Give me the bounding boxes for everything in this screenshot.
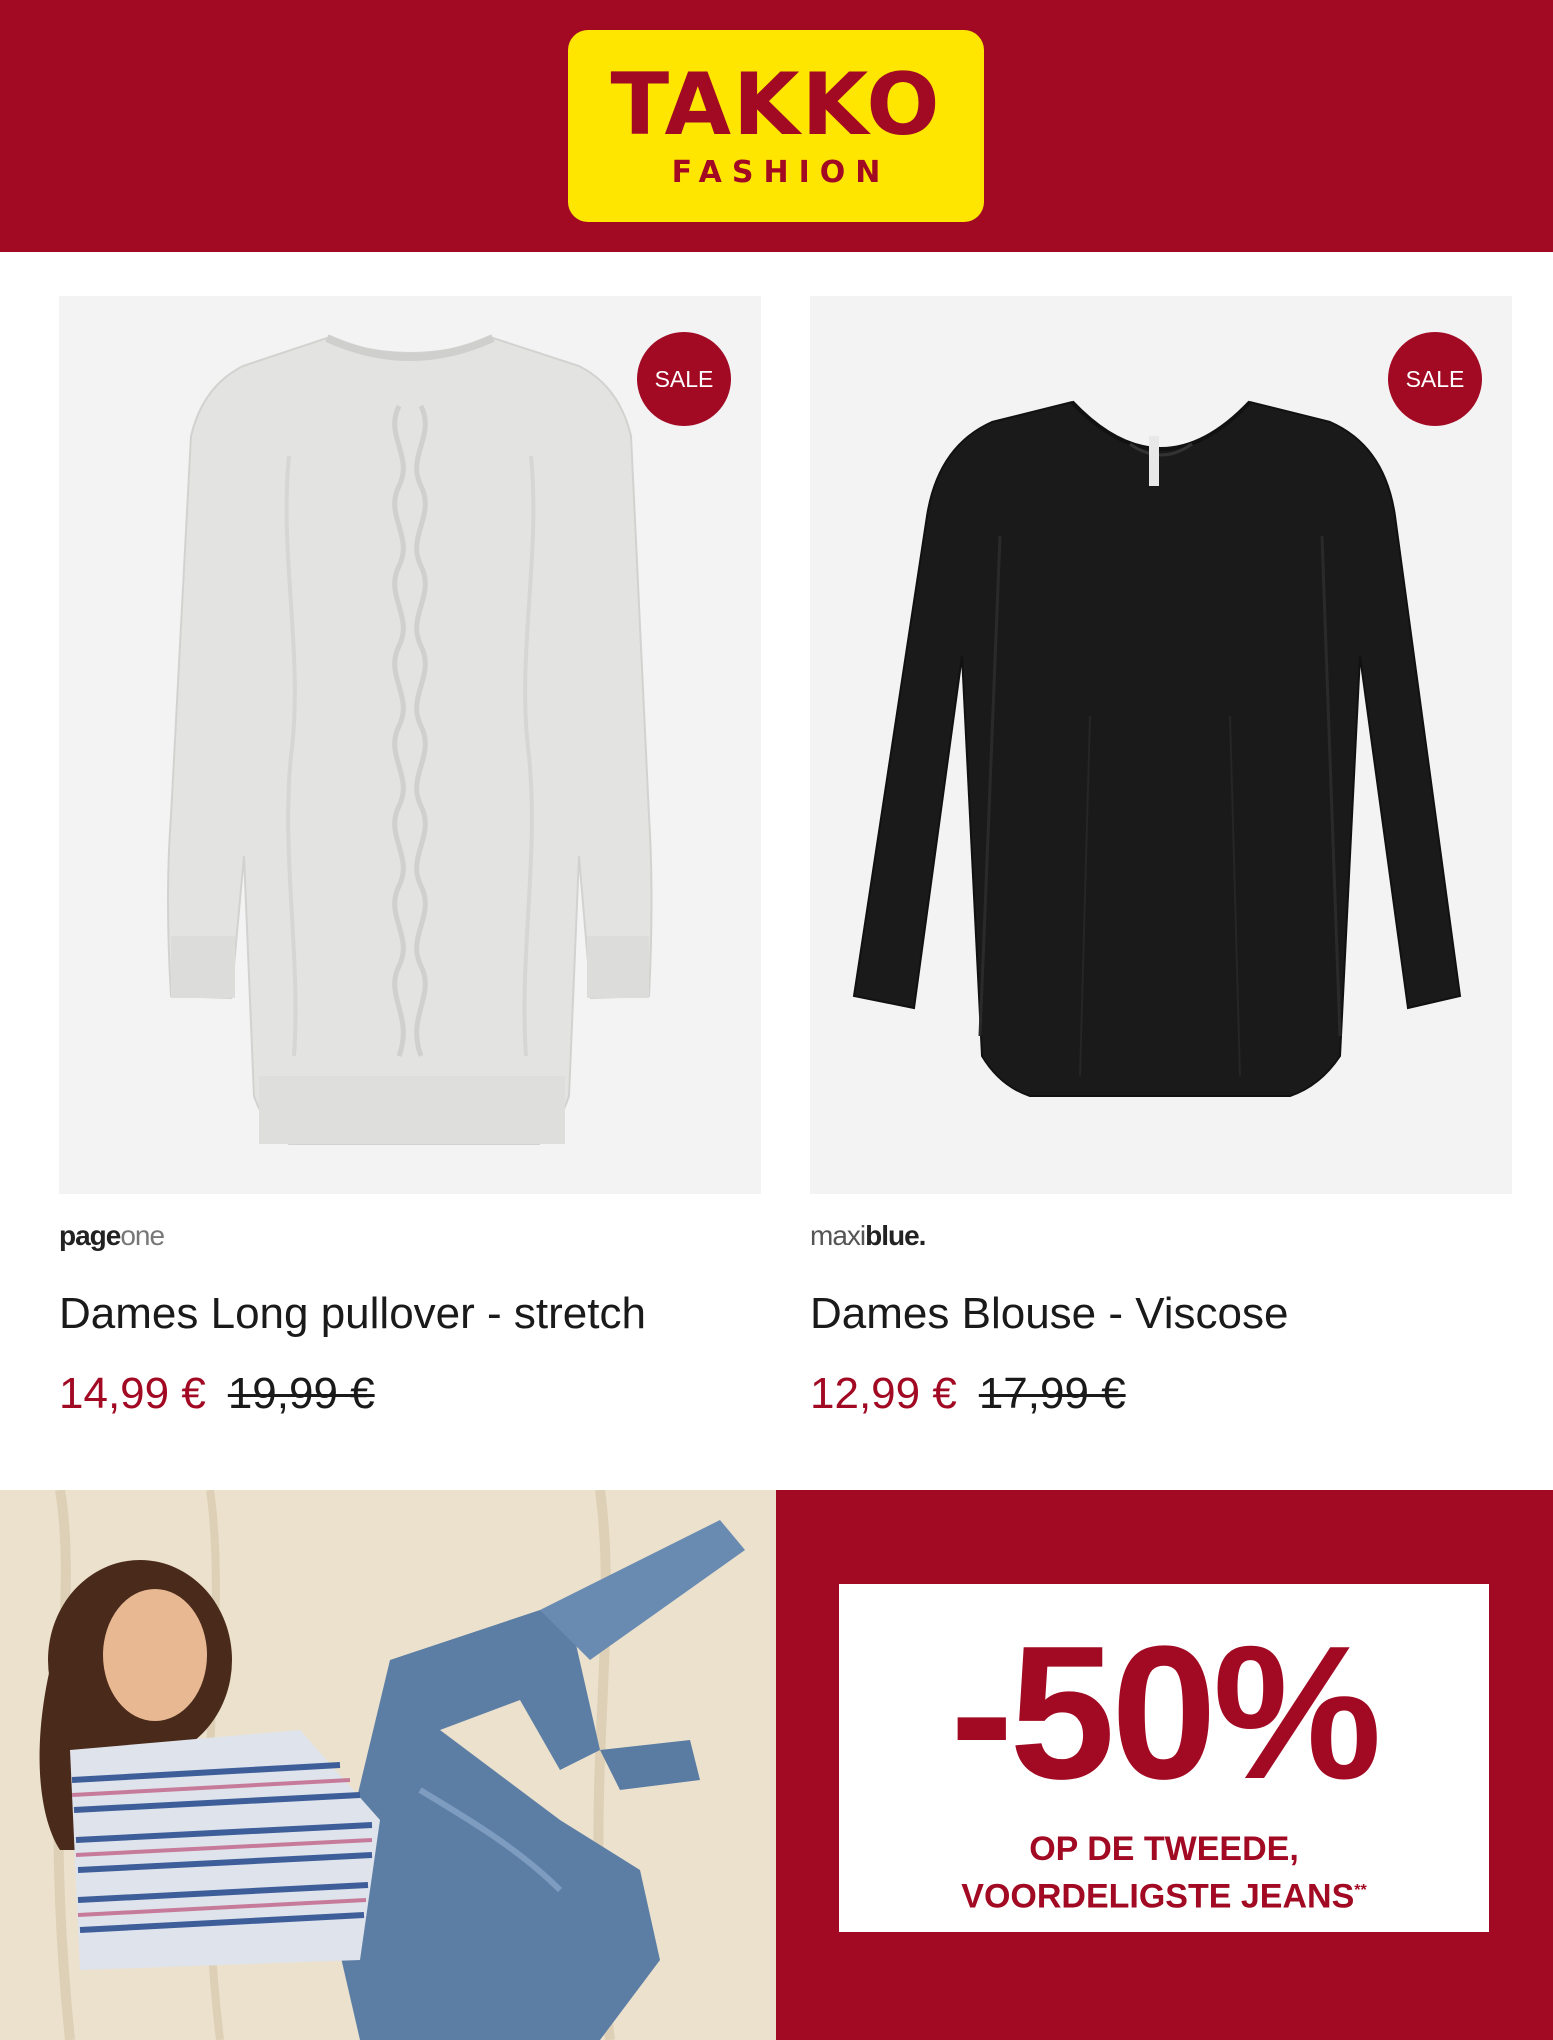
price-row: 12,99 € 17,99 €: [810, 1366, 1512, 1422]
sale-price: 14,99 €: [59, 1369, 206, 1418]
product-image-blouse[interactable]: SALE: [810, 296, 1512, 1194]
product-title[interactable]: Dames Blouse - Viscose: [810, 1286, 1512, 1342]
price-row: 14,99 € 19,99 €: [59, 1366, 761, 1422]
brand-name-part1: page: [59, 1220, 121, 1251]
footnote-mark: **: [1354, 1882, 1367, 1899]
brand-name-part1: maxi: [810, 1220, 866, 1251]
sale-price: 12,99 €: [810, 1369, 957, 1418]
discount-percent: -50%: [950, 1607, 1382, 1819]
logo-wordmark: TAKKO: [610, 55, 942, 155]
promo-line-1: OP DE TWEEDE,: [1029, 1830, 1299, 1868]
promo-description: OP DE TWEEDE, VOORDELIGSTE JEANS**: [839, 1828, 1489, 1917]
brand-name-part2: blue.: [865, 1220, 926, 1251]
product-image-pullover[interactable]: SALE: [59, 296, 761, 1194]
black-blouse-image: [810, 296, 1512, 1194]
logo-subtitle: FASHION: [671, 155, 891, 190]
sale-badge: SALE: [1388, 332, 1482, 426]
product-title[interactable]: Dames Long pullover - stretch: [59, 1286, 761, 1342]
promo-banner[interactable]: -50% OP DE TWEEDE, VOORDELIGSTE JEANS**: [0, 1490, 1553, 2040]
product-card-pullover[interactable]: SALE pageone Dames Long pullover - stret…: [59, 296, 761, 1422]
header-bar: TAKKO FASHION: [0, 0, 1553, 252]
grey-pullover-image: [59, 296, 761, 1194]
promo-photo[interactable]: [0, 1490, 776, 2040]
brand-name-part2: one: [120, 1220, 165, 1251]
brand-logo-pageone: pageone: [59, 1214, 761, 1258]
promo-offer-box[interactable]: -50% OP DE TWEEDE, VOORDELIGSTE JEANS**: [839, 1584, 1489, 1932]
brand-logo-maxiblue: maxiblue.: [810, 1214, 1512, 1258]
original-price: 19,99 €: [227, 1369, 375, 1418]
promo-offer-panel: -50% OP DE TWEEDE, VOORDELIGSTE JEANS**: [776, 1490, 1553, 2040]
product-card-blouse[interactable]: SALE maxiblue. Dames Blouse - Viscose 12…: [810, 296, 1512, 1422]
sale-badge: SALE: [637, 332, 731, 426]
woman-jeans-photo: [0, 1490, 776, 2040]
promo-line-2: VOORDELIGSTE JEANS: [961, 1877, 1355, 1916]
takko-logo[interactable]: TAKKO FASHION: [568, 30, 984, 222]
original-price: 17,99 €: [978, 1369, 1126, 1418]
